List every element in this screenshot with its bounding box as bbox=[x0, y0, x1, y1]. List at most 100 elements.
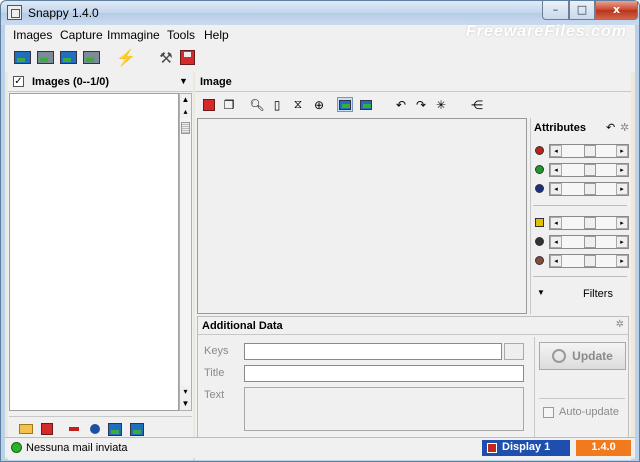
attr-row-red: ◂ ▸ bbox=[533, 144, 629, 158]
update-label: Update bbox=[572, 349, 613, 363]
minimize-button[interactable]: – bbox=[542, 1, 569, 20]
menu-bar: Images Capture Immagine Tools Help Freew… bbox=[5, 23, 635, 44]
settings-icon[interactable] bbox=[88, 422, 102, 436]
contrast-slider[interactable]: ◂ ▸ bbox=[549, 235, 629, 249]
attr-row-contrast: ◂ ▸ bbox=[533, 235, 629, 249]
filters-label: Filters bbox=[583, 288, 613, 300]
contrast-icon bbox=[535, 237, 544, 246]
saturation-icon bbox=[535, 256, 544, 265]
screen-icon[interactable] bbox=[358, 97, 374, 112]
save-icon[interactable] bbox=[201, 97, 217, 112]
keys-picker-button[interactable] bbox=[504, 343, 524, 360]
close-button[interactable]: x bbox=[595, 1, 638, 20]
resize-icon[interactable]: ⧖ bbox=[290, 97, 306, 112]
update-button[interactable]: Update bbox=[539, 342, 626, 370]
copy-icon[interactable]: ❐ bbox=[221, 97, 237, 112]
capture-screen-icon[interactable] bbox=[13, 49, 31, 66]
blue-channel-icon bbox=[535, 184, 544, 193]
attributes-title: Attributes bbox=[534, 122, 586, 134]
images-list[interactable] bbox=[9, 93, 179, 411]
undo-icon[interactable]: ↶ bbox=[393, 97, 409, 112]
additional-data-title: Additional Data bbox=[202, 320, 283, 332]
status-bar: Nessuna mail inviata Display 1 1.4.0 bbox=[5, 437, 635, 457]
images-checkbox[interactable]: ✓ bbox=[13, 76, 24, 87]
version-badge: 1.4.0 bbox=[576, 440, 631, 456]
update-icon bbox=[552, 349, 567, 363]
image-panel-title: Image bbox=[200, 76, 232, 88]
gear-icon[interactable]: ✲ bbox=[620, 121, 629, 134]
app-icon bbox=[7, 5, 22, 20]
attr-separator bbox=[533, 276, 627, 277]
images-panel-header: ✓ Images (0--1/0) ▼ bbox=[8, 72, 193, 92]
capture-window-icon[interactable] bbox=[36, 49, 54, 66]
title-field[interactable] bbox=[244, 365, 524, 382]
capture-object-icon[interactable] bbox=[82, 49, 100, 66]
app-window: Snappy 1.4.0 – □ x Images Capture Immagi… bbox=[0, 0, 640, 462]
image-toolbar: ❐ 🔍︎ ▯ ⧖ ⊕ ↶ ↷ ✳ ⋲ bbox=[195, 93, 631, 116]
blue-slider[interactable]: ◂ ▸ bbox=[549, 182, 629, 196]
zoom-icon[interactable]: 🔍︎ bbox=[249, 97, 265, 112]
scroll-up-icon[interactable]: ▴ bbox=[180, 106, 191, 118]
remove-icon[interactable] bbox=[67, 422, 81, 436]
reset-icon[interactable]: ↶ bbox=[606, 121, 615, 134]
attr-row-green: ◂ ▸ bbox=[533, 163, 629, 177]
scroll-top-icon[interactable]: ▲ bbox=[180, 94, 191, 106]
scroll-down-icon[interactable]: ▾ bbox=[180, 386, 191, 398]
green-channel-icon bbox=[535, 165, 544, 174]
open-folder-icon[interactable] bbox=[19, 422, 33, 436]
capture-region-icon[interactable] bbox=[59, 49, 77, 66]
display-indicator[interactable]: Display 1 bbox=[482, 440, 570, 456]
brightness-icon bbox=[535, 218, 544, 227]
display-label: Display 1 bbox=[502, 441, 551, 453]
keys-label: Keys bbox=[204, 345, 229, 357]
attr-row-blue: ◂ ▸ bbox=[533, 182, 629, 196]
text-label: Text bbox=[204, 389, 225, 401]
redo-icon[interactable]: ↷ bbox=[413, 97, 429, 112]
auto-update-label: Auto-update bbox=[559, 406, 619, 418]
gear-icon[interactable]: ✲ bbox=[616, 319, 624, 330]
filters-toggle-icon[interactable]: ▼ bbox=[537, 288, 545, 297]
menu-tools[interactable]: Tools bbox=[167, 28, 195, 42]
share-icon[interactable]: ⋲ bbox=[469, 97, 485, 112]
zoom-in-icon[interactable]: ⊕ bbox=[311, 97, 327, 112]
image-canvas[interactable] bbox=[197, 118, 527, 314]
green-slider[interactable]: ◂ ▸ bbox=[549, 163, 629, 177]
watermark: FreewareFiles.com bbox=[465, 23, 627, 40]
maximize-button[interactable]: □ bbox=[569, 1, 595, 20]
saturation-slider[interactable]: ◂ ▸ bbox=[549, 254, 629, 268]
divider bbox=[534, 337, 535, 437]
red-slider[interactable]: ◂ ▸ bbox=[549, 144, 629, 158]
main-toolbar: ⚡ ⚒ bbox=[5, 44, 635, 72]
additional-data-panel: Additional Data ✲ Keys Title Text Update… bbox=[197, 316, 629, 440]
keys-field[interactable] bbox=[244, 343, 502, 360]
menu-capture[interactable]: Capture bbox=[60, 28, 103, 42]
export-icon[interactable] bbox=[108, 422, 122, 436]
text-field[interactable] bbox=[244, 387, 524, 431]
menu-immagine[interactable]: Immagine bbox=[107, 28, 160, 42]
images-panel: ✓ Images (0--1/0) ▼ ▲ ▴ ▾ ▼ bbox=[8, 72, 193, 460]
effect-icon[interactable]: ✳ bbox=[433, 97, 449, 112]
scroll-thumb[interactable] bbox=[181, 122, 190, 134]
window-title: Snappy 1.4.0 bbox=[28, 6, 99, 20]
image-panel: Image ❐ 🔍︎ ▯ ⧖ ⊕ ↶ ↷ ✳ ⋲ Attributes ↶ ✲ bbox=[195, 72, 631, 460]
send-icon[interactable] bbox=[130, 422, 144, 436]
flash-icon[interactable]: ⚡ bbox=[116, 49, 136, 67]
fit-icon[interactable]: ▯ bbox=[269, 97, 285, 112]
brightness-slider[interactable]: ◂ ▸ bbox=[549, 216, 629, 230]
save-disk-icon[interactable] bbox=[178, 49, 196, 66]
additional-data-header: Additional Data ✲ bbox=[198, 317, 628, 335]
save-icon[interactable] bbox=[40, 422, 54, 436]
auto-update-checkbox[interactable] bbox=[543, 407, 554, 418]
images-scrollbar[interactable]: ▲ ▴ ▾ ▼ bbox=[179, 93, 192, 411]
scroll-bottom-icon[interactable]: ▼ bbox=[180, 398, 191, 410]
divider bbox=[539, 398, 625, 399]
image-panel-header: Image bbox=[195, 72, 631, 92]
menu-help[interactable]: Help bbox=[204, 28, 229, 42]
title-bar[interactable]: Snappy 1.4.0 – □ x bbox=[1, 1, 639, 25]
menu-images[interactable]: Images bbox=[13, 28, 52, 42]
display-icon bbox=[487, 443, 497, 453]
chevron-down-icon[interactable]: ▼ bbox=[179, 76, 188, 86]
tools-icon[interactable]: ⚒ bbox=[157, 49, 175, 67]
color-icon[interactable] bbox=[337, 97, 353, 112]
red-channel-icon bbox=[535, 146, 544, 155]
